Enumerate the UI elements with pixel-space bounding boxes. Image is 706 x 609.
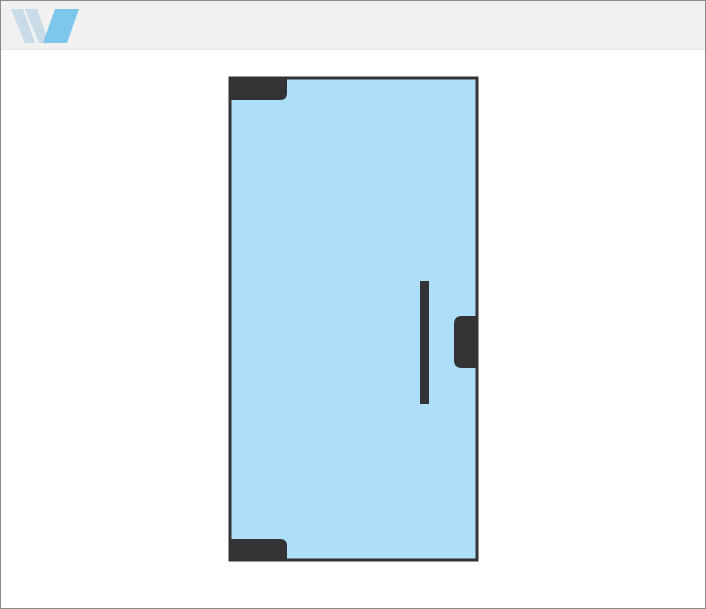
- header-bar: [1, 1, 705, 50]
- drawing-frame: [0, 0, 706, 609]
- top-patch-fitting: [229, 77, 287, 100]
- glass-door-diagram: [228, 76, 479, 562]
- pull-handle: [420, 281, 429, 404]
- bottom-patch-fitting: [229, 539, 287, 561]
- lock-patch: [454, 316, 478, 368]
- glass-door-panel: [228, 76, 479, 562]
- brand-logo-icon: [11, 9, 79, 43]
- diagram-canvas: [1, 50, 705, 608]
